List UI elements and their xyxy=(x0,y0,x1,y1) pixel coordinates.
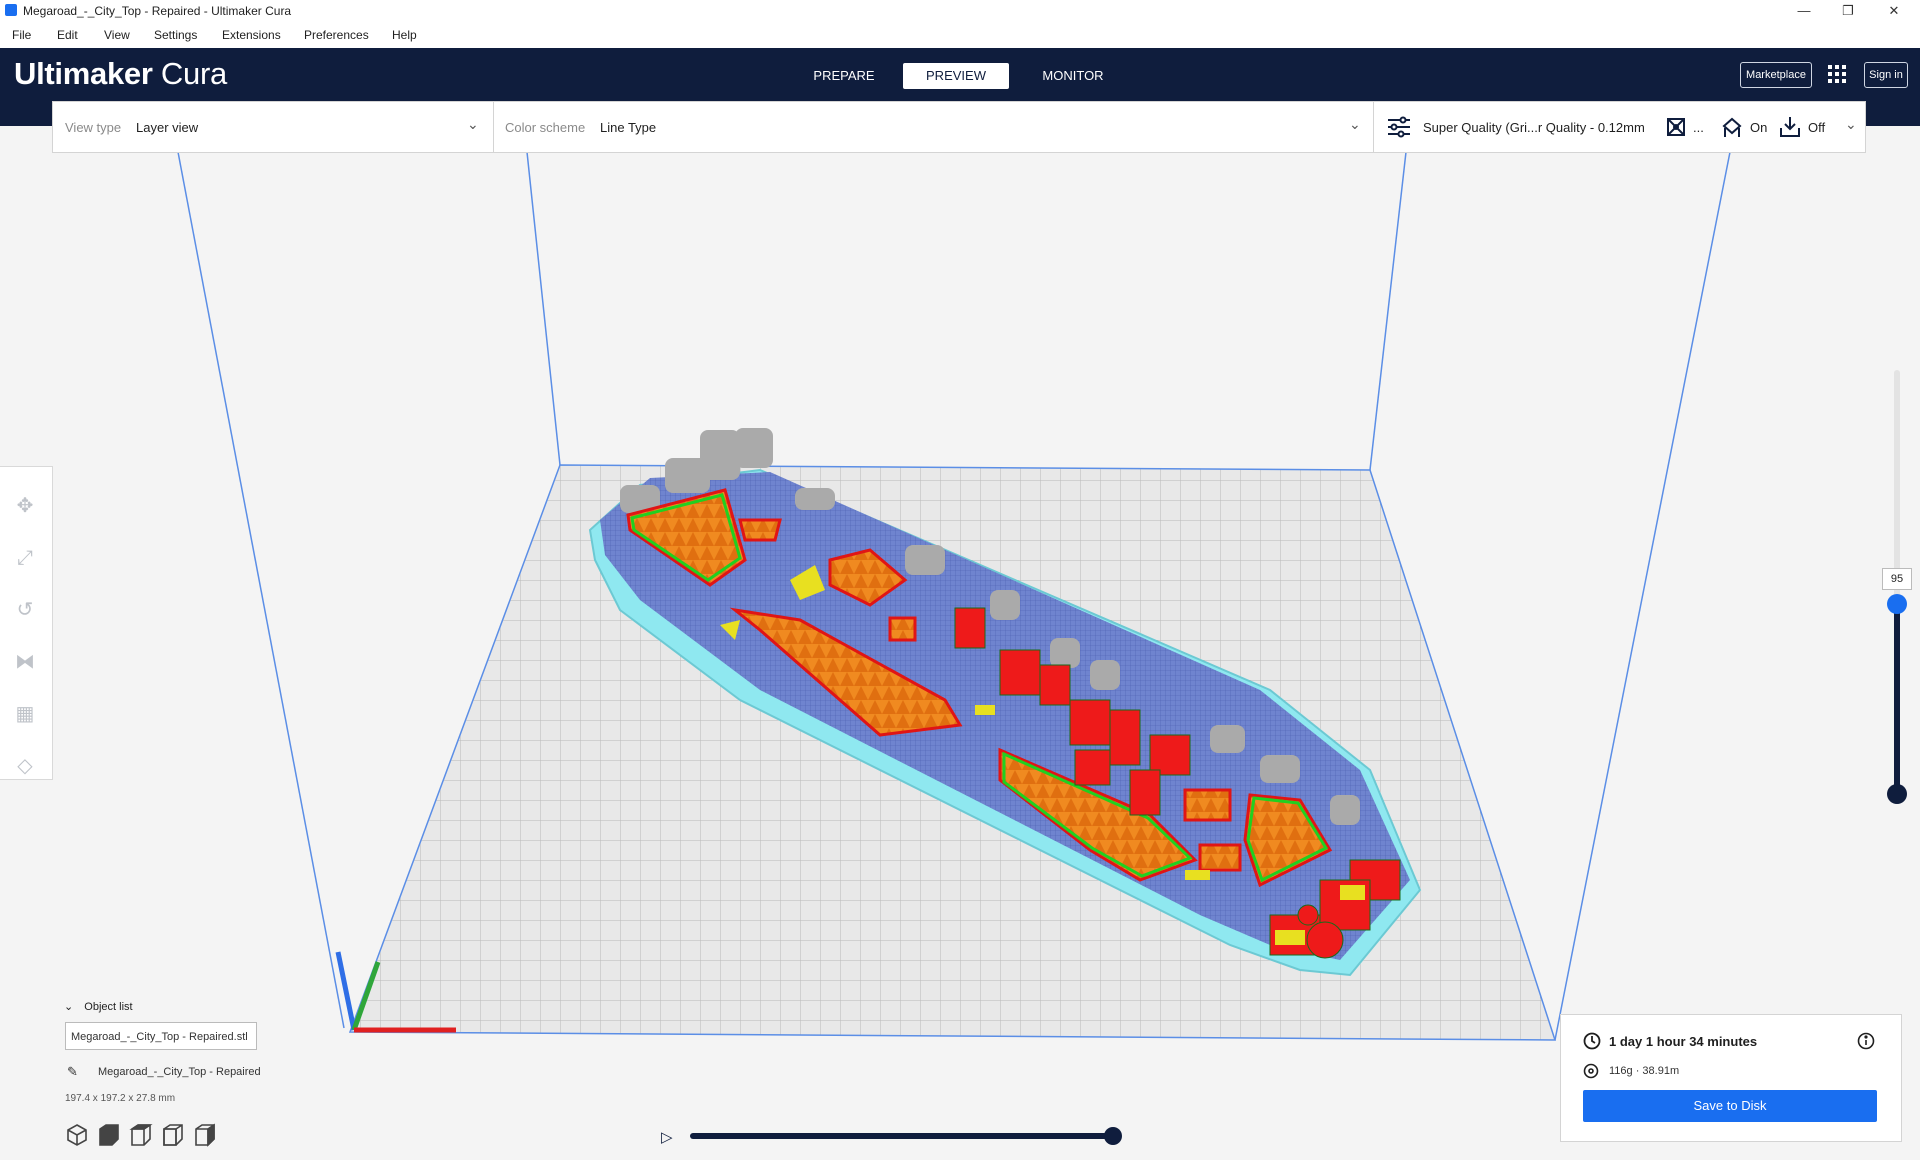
color-scheme-dropdown[interactable]: Line Type xyxy=(600,120,656,135)
mirror-icon[interactable]: ⧓ xyxy=(12,649,38,675)
menu-help[interactable]: Help xyxy=(392,28,417,42)
move-icon[interactable]: ✥ xyxy=(12,493,38,519)
stage-preview[interactable]: PREVIEW xyxy=(903,63,1009,89)
sign-in-button[interactable]: Sign in xyxy=(1864,62,1908,88)
infill-value: ... xyxy=(1693,120,1704,135)
color-scheme-chevron-down-icon[interactable]: ⌄ xyxy=(1349,116,1361,133)
top-view-icon[interactable] xyxy=(129,1124,153,1146)
menu-file[interactable]: File xyxy=(12,28,31,42)
save-to-disk-button[interactable]: Save to Disk xyxy=(1583,1090,1877,1122)
view-type-label: View type xyxy=(65,120,122,135)
stage-monitor[interactable]: MONITOR xyxy=(1027,63,1119,89)
menu-settings[interactable]: Settings xyxy=(154,28,197,42)
camera-view-buttons xyxy=(66,1123,236,1152)
front-view-icon[interactable] xyxy=(99,1124,119,1146)
simulation-progress-track[interactable] xyxy=(690,1133,1114,1139)
color-scheme-label: Color scheme xyxy=(505,120,586,135)
stage-prepare[interactable]: PREPARE xyxy=(800,63,888,89)
ultimaker-cura-logo: Ultimaker Cura xyxy=(14,56,227,92)
view-type-chevron-down-icon[interactable]: ⌄ xyxy=(467,116,479,133)
chevron-down-icon: ⌄ xyxy=(64,1001,74,1013)
restore-button[interactable]: ❐ xyxy=(1826,0,1870,22)
menu-extensions[interactable]: Extensions xyxy=(222,28,281,42)
layer-number-input[interactable]: 95 xyxy=(1882,568,1912,590)
divider xyxy=(493,102,494,152)
adhesion-value: Off xyxy=(1808,120,1826,135)
support-icon[interactable] xyxy=(1721,116,1743,138)
right-view-icon[interactable] xyxy=(195,1123,215,1147)
object-filename-field[interactable]: Megaroad_-_City_Top - Repaired.stl xyxy=(65,1022,257,1050)
apps-grid-icon[interactable] xyxy=(1828,65,1846,83)
minimize-button[interactable]: — xyxy=(1782,0,1826,22)
logo-product: Cura xyxy=(160,56,227,91)
view-type-dropdown[interactable]: Layer view xyxy=(136,120,198,135)
layer-slider-range xyxy=(1894,604,1900,794)
object-name: Megaroad_-_City_Top - Repaired xyxy=(98,1066,261,1078)
print-profile-label[interactable]: Super Quality (Gri...r Quality - 0.12mm xyxy=(1423,120,1645,135)
menu-edit[interactable]: Edit xyxy=(57,28,78,42)
print-settings-icon[interactable] xyxy=(1387,116,1411,138)
per-model-settings-icon[interactable]: ▦ xyxy=(12,701,38,727)
simulation-progress-handle[interactable] xyxy=(1104,1127,1122,1145)
3d-view-icon[interactable] xyxy=(67,1124,87,1146)
support-value: On xyxy=(1750,120,1768,135)
material-usage: 116g · 38.91m xyxy=(1609,1065,1680,1077)
object-dimensions: 197.4 x 197.2 x 27.8 mm xyxy=(65,1093,176,1104)
menu-bar: File Edit View Settings Extensions Prefe… xyxy=(0,22,1920,48)
support-blocker-icon[interactable]: ◇ xyxy=(12,753,38,779)
scale-icon[interactable]: ⤢ xyxy=(12,545,38,571)
print-information-panel: 1 day 1 hour 34 minutes 116g · 38.91m Sa… xyxy=(1560,1014,1902,1142)
object-list-header: Object list xyxy=(84,1001,133,1013)
3d-viewport[interactable] xyxy=(0,126,1920,1160)
close-button[interactable]: ✕ xyxy=(1872,0,1916,22)
object-list-toggle[interactable]: ⌄ Object list xyxy=(64,1000,133,1013)
infill-icon[interactable] xyxy=(1667,118,1685,136)
pencil-icon[interactable]: ✎ xyxy=(67,1064,78,1080)
print-setup-chevron-down-icon[interactable]: ⌄ xyxy=(1845,116,1857,133)
rotate-icon[interactable]: ↺ xyxy=(12,597,38,623)
adhesion-icon[interactable] xyxy=(1779,116,1801,138)
marketplace-button[interactable]: Marketplace xyxy=(1740,62,1812,88)
play-simulation-button[interactable]: ▷ xyxy=(661,1128,673,1146)
info-icon[interactable] xyxy=(1857,1032,1875,1055)
print-time: 1 day 1 hour 34 minutes xyxy=(1609,1034,1758,1049)
title-bar: Megaroad_-_City_Top - Repaired - Ultimak… xyxy=(0,0,1920,22)
layer-slider-lower-handle[interactable] xyxy=(1887,784,1907,804)
cura-app-icon xyxy=(5,4,17,16)
logo-brand: Ultimaker xyxy=(14,56,153,91)
menu-view[interactable]: View xyxy=(104,28,130,42)
left-view-icon[interactable] xyxy=(163,1124,183,1146)
spool-icon xyxy=(1583,1063,1599,1084)
layer-slider-upper-handle[interactable] xyxy=(1887,594,1907,614)
divider xyxy=(1373,102,1374,152)
menu-preferences[interactable]: Preferences xyxy=(304,28,369,42)
window-title: Megaroad_-_City_Top - Repaired - Ultimak… xyxy=(23,4,292,18)
view-options-bar: View type Layer view ⌄ Color scheme Line… xyxy=(52,101,1866,153)
tool-panel: ✥ ⤢ ↺ ⧓ ▦ ◇ xyxy=(0,466,53,780)
clock-icon xyxy=(1583,1032,1601,1055)
